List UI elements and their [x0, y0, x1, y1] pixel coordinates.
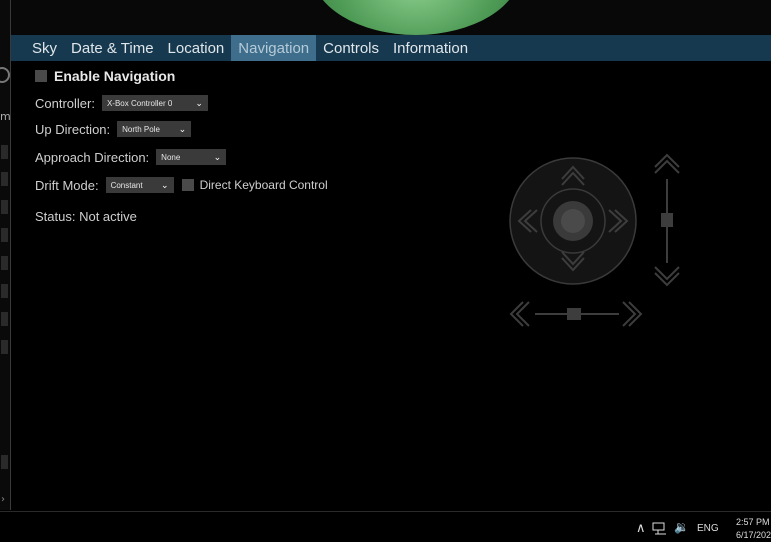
status-text: Status: Not active [35, 209, 137, 224]
approach-direction-label: Approach Direction: [35, 149, 150, 165]
chevron-up-icon[interactable]: ∧ [636, 520, 646, 536]
circle-icon[interactable] [0, 67, 10, 83]
chevron-down-icon: ⌄ [213, 151, 222, 162]
strip-mark[interactable] [1, 340, 8, 354]
chevron-down-icon: ⌄ [195, 97, 203, 108]
strip-mark[interactable] [1, 455, 8, 469]
enable-navigation-label: Enable Navigation [54, 68, 176, 84]
up-direction-value: North Pole [122, 124, 160, 134]
controller-row: Controller: X-Box Controller 0 ⌄ [35, 95, 208, 111]
nav-center-knob-core [561, 209, 585, 233]
sky-view-top [11, 0, 771, 35]
horizontal-slider-handle[interactable] [567, 308, 581, 320]
drift-mode-row: Drift Mode: Constant ⌄ Direct Keyboard C… [35, 177, 328, 193]
clock[interactable]: 2:57 PM 6/17/202 [736, 516, 771, 542]
up-direction-dropdown[interactable]: North Pole ⌄ [117, 121, 192, 137]
drift-mode-dropdown[interactable]: Constant ⌄ [105, 177, 174, 193]
tab-bar: Sky Date & Time Location Navigation Cont… [11, 35, 771, 61]
tab-location[interactable]: Location [161, 35, 232, 61]
tab-sky[interactable]: Sky [11, 35, 64, 61]
drift-mode-value: Constant [110, 180, 143, 190]
controller-value: X-Box Controller 0 [106, 98, 173, 108]
chevron-right-icon[interactable]: › [1, 494, 5, 505]
chevron-right-icon[interactable] [622, 301, 643, 327]
vertical-slider-handle[interactable] [661, 213, 673, 227]
chevron-down-icon: ⌄ [161, 179, 169, 190]
chevron-down-icon[interactable] [654, 266, 680, 287]
tab-date-time[interactable]: Date & Time [64, 35, 161, 61]
strip-mark[interactable] [1, 256, 8, 270]
strip-mark[interactable] [1, 228, 8, 242]
clock-date: 6/17/202 [736, 530, 771, 540]
strip-mark[interactable] [1, 284, 8, 298]
approach-direction-dropdown[interactable]: None ⌄ [156, 149, 227, 165]
clock-time: 2:57 PM [736, 517, 770, 527]
chevron-up-icon[interactable] [654, 153, 680, 174]
direct-keyboard-label: Direct Keyboard Control [199, 178, 328, 192]
left-strip-label: m [0, 110, 11, 123]
controller-label: Controller: [35, 95, 95, 111]
direct-keyboard-checkbox[interactable] [181, 179, 194, 191]
strip-mark[interactable] [1, 200, 8, 214]
chevron-down-icon: ⌄ [178, 123, 187, 134]
approach-direction-row: Approach Direction: None ⌄ [35, 149, 227, 165]
language-indicator[interactable]: ENG [697, 523, 719, 534]
up-direction-label: Up Direction: [35, 121, 111, 137]
enable-navigation-checkbox[interactable] [35, 70, 47, 82]
strip-mark[interactable] [1, 312, 8, 326]
strip-mark[interactable] [1, 145, 8, 159]
up-direction-row: Up Direction: North Pole ⌄ [35, 121, 192, 137]
approach-direction-value: None [161, 152, 181, 162]
navigation-control-widget [509, 153, 680, 327]
tab-controls[interactable]: Controls [316, 35, 386, 61]
strip-mark[interactable] [1, 172, 8, 186]
tab-navigation[interactable]: Navigation [231, 35, 317, 61]
left-toolbar-strip: m › [0, 0, 11, 510]
speaker-icon[interactable]: 🔉 [674, 520, 689, 534]
chevron-left-icon[interactable] [509, 301, 530, 327]
network-icon[interactable] [652, 522, 668, 540]
drift-mode-label: Drift Mode: [35, 177, 99, 193]
tab-information[interactable]: Information [386, 35, 475, 61]
enable-navigation-row: Enable Navigation [35, 68, 175, 84]
controller-dropdown[interactable]: X-Box Controller 0 ⌄ [101, 95, 208, 111]
planet-image [311, 0, 521, 35]
